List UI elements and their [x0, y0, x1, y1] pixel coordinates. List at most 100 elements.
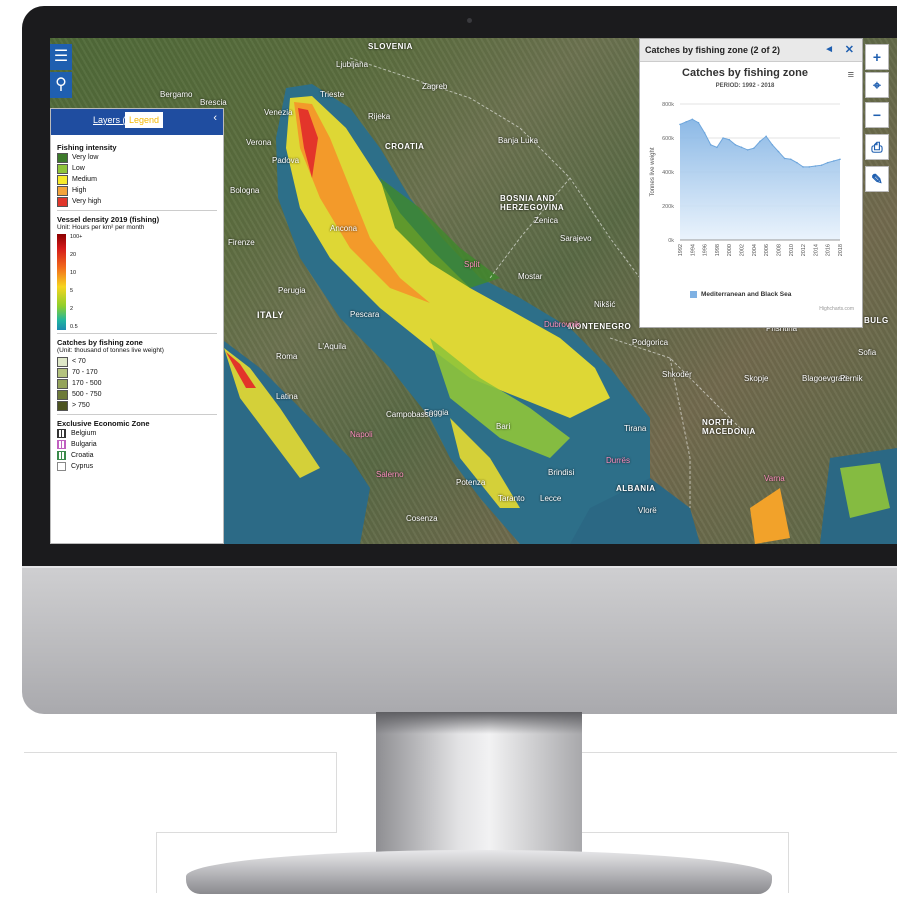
search-button[interactable]: ⚲ — [50, 72, 72, 98]
label-city: Firenze — [228, 238, 255, 247]
x-tick-label: 2008 — [776, 244, 782, 256]
label-country: BOSNIA AND HERZEGOVINA — [500, 194, 565, 212]
legend-label: Low — [72, 165, 85, 172]
data-point — [753, 147, 755, 149]
vessel-density-title: Vessel density 2019 (fishing) — [57, 215, 160, 224]
label-city: Bergamo — [160, 90, 193, 99]
legend-item: < 70 — [57, 356, 217, 367]
label-country: CROATIA — [385, 142, 425, 151]
data-point — [789, 158, 792, 161]
label-city: Padova — [272, 156, 300, 165]
label-city: Taranto — [498, 494, 525, 503]
legend-label: 500 - 750 — [72, 391, 102, 398]
catches-unit: (Unit: thousand of tonnes live weight) — [57, 347, 164, 354]
label-city: Cosenza — [406, 514, 438, 523]
data-point — [839, 158, 841, 161]
label-city: Split — [464, 260, 480, 269]
legend-label: Very high — [72, 198, 102, 205]
data-point — [771, 144, 774, 146]
ramp-tick: 100+ — [70, 234, 83, 240]
label-city: Napoli — [350, 430, 373, 439]
data-point — [796, 161, 798, 164]
legend-swatch — [57, 196, 68, 207]
x-tick-label: 2014 — [813, 244, 819, 256]
webcam-dot — [467, 18, 472, 23]
eez-swatch — [57, 451, 66, 460]
label-city: Perugia — [278, 286, 306, 295]
label-country: BULG — [864, 316, 889, 325]
label-city: Rijeka — [368, 112, 391, 121]
x-tick-label: 1996 — [703, 244, 709, 256]
label-city: Vlorë — [638, 506, 657, 515]
legend-label: Medium — [72, 176, 97, 183]
data-point — [820, 164, 823, 166]
legend-item: Belgium — [57, 428, 217, 439]
data-point — [808, 166, 811, 168]
tab-legend[interactable]: Legend — [125, 112, 164, 128]
chart-credit[interactable]: Highcharts.com — [819, 306, 854, 312]
chart-title: Catches by fishing zone — [682, 67, 808, 79]
label-city: Shkodër — [662, 370, 692, 379]
label-city: Lecce — [540, 494, 562, 503]
legend-tabs: Layers (8) Legend ‹ — [51, 109, 223, 135]
legend-swatch — [57, 163, 68, 174]
ramp-tick: 5 — [70, 288, 74, 294]
data-point — [691, 118, 694, 121]
collapse-legend-button[interactable]: ‹ — [213, 112, 217, 124]
legend-label: Very low — [72, 154, 99, 161]
ramp-tick: 2 — [70, 306, 74, 312]
label-city: Mostar — [518, 272, 543, 281]
measure-button[interactable]: ✎ — [865, 166, 889, 192]
legend-swatch — [57, 389, 68, 400]
data-point — [777, 150, 780, 153]
fishing-heat-greece — [750, 488, 790, 544]
label-city: Podgorica — [632, 338, 669, 347]
label-city: Skopje — [744, 374, 769, 383]
x-tick-label: 1994 — [690, 244, 696, 256]
label-city: Varna — [764, 474, 785, 483]
data-point — [685, 121, 687, 123]
monitor-neck — [376, 712, 582, 862]
legend-label: 170 - 500 — [72, 380, 102, 387]
data-point — [722, 137, 724, 139]
y-tick-label: 200k — [662, 204, 674, 210]
label-country: ITALY — [257, 310, 285, 320]
density-color-ramp — [57, 234, 66, 330]
label-city: Tirana — [624, 424, 647, 433]
x-tick-label: 1998 — [715, 244, 721, 256]
x-tick-label: 2016 — [826, 244, 832, 256]
catches-title: Catches by fishing zone — [57, 338, 143, 347]
data-point — [826, 161, 829, 164]
legend-item: 500 - 750 — [57, 389, 217, 400]
x-tick-label: 2002 — [740, 244, 746, 256]
previous-feature-button[interactable]: ◄ — [824, 44, 834, 55]
label-city: Trieste — [320, 90, 345, 99]
print-button[interactable]: ⎙ — [865, 134, 889, 160]
label-city: Zagreb — [422, 82, 448, 91]
label-city: Brescia — [200, 98, 227, 107]
close-icon[interactable]: ✕ — [845, 43, 854, 56]
data-point — [814, 165, 817, 167]
chart-legend[interactable]: Mediterranean and Black Sea — [690, 291, 791, 298]
chart-menu-icon[interactable]: ≡ — [848, 69, 854, 81]
label-city: Ancona — [330, 224, 358, 233]
data-point — [833, 160, 835, 162]
legend-body: Fishing intensity Very low Low Medium Hi… — [51, 135, 223, 476]
y-axis-label: Tonnes live weight — [650, 147, 656, 196]
ramp-tick: 20 — [70, 252, 77, 258]
label-city: Brindisi — [548, 468, 575, 477]
legend-swatch — [57, 400, 68, 411]
chart-popup: Catches by fishing zone (2 of 2) ◄ ✕ Cat… — [639, 38, 863, 328]
data-point — [746, 149, 749, 151]
menu-button[interactable]: ☰ — [50, 44, 72, 70]
zoom-in-button[interactable]: + — [865, 44, 889, 70]
eez-title: Exclusive Economic Zone — [57, 419, 150, 428]
legend-item: Very high — [57, 196, 217, 207]
zoom-out-button[interactable]: − — [865, 102, 889, 128]
label-city: Pescara — [350, 310, 380, 319]
legend-swatch — [57, 185, 68, 196]
divider — [57, 414, 217, 415]
locate-button[interactable]: ⌖ — [865, 72, 889, 98]
map-screen[interactable]: SLOVENIA CROATIA BOSNIA AND HERZEGOVINA … — [50, 38, 897, 544]
label-country: SLOVENIA — [368, 42, 413, 51]
